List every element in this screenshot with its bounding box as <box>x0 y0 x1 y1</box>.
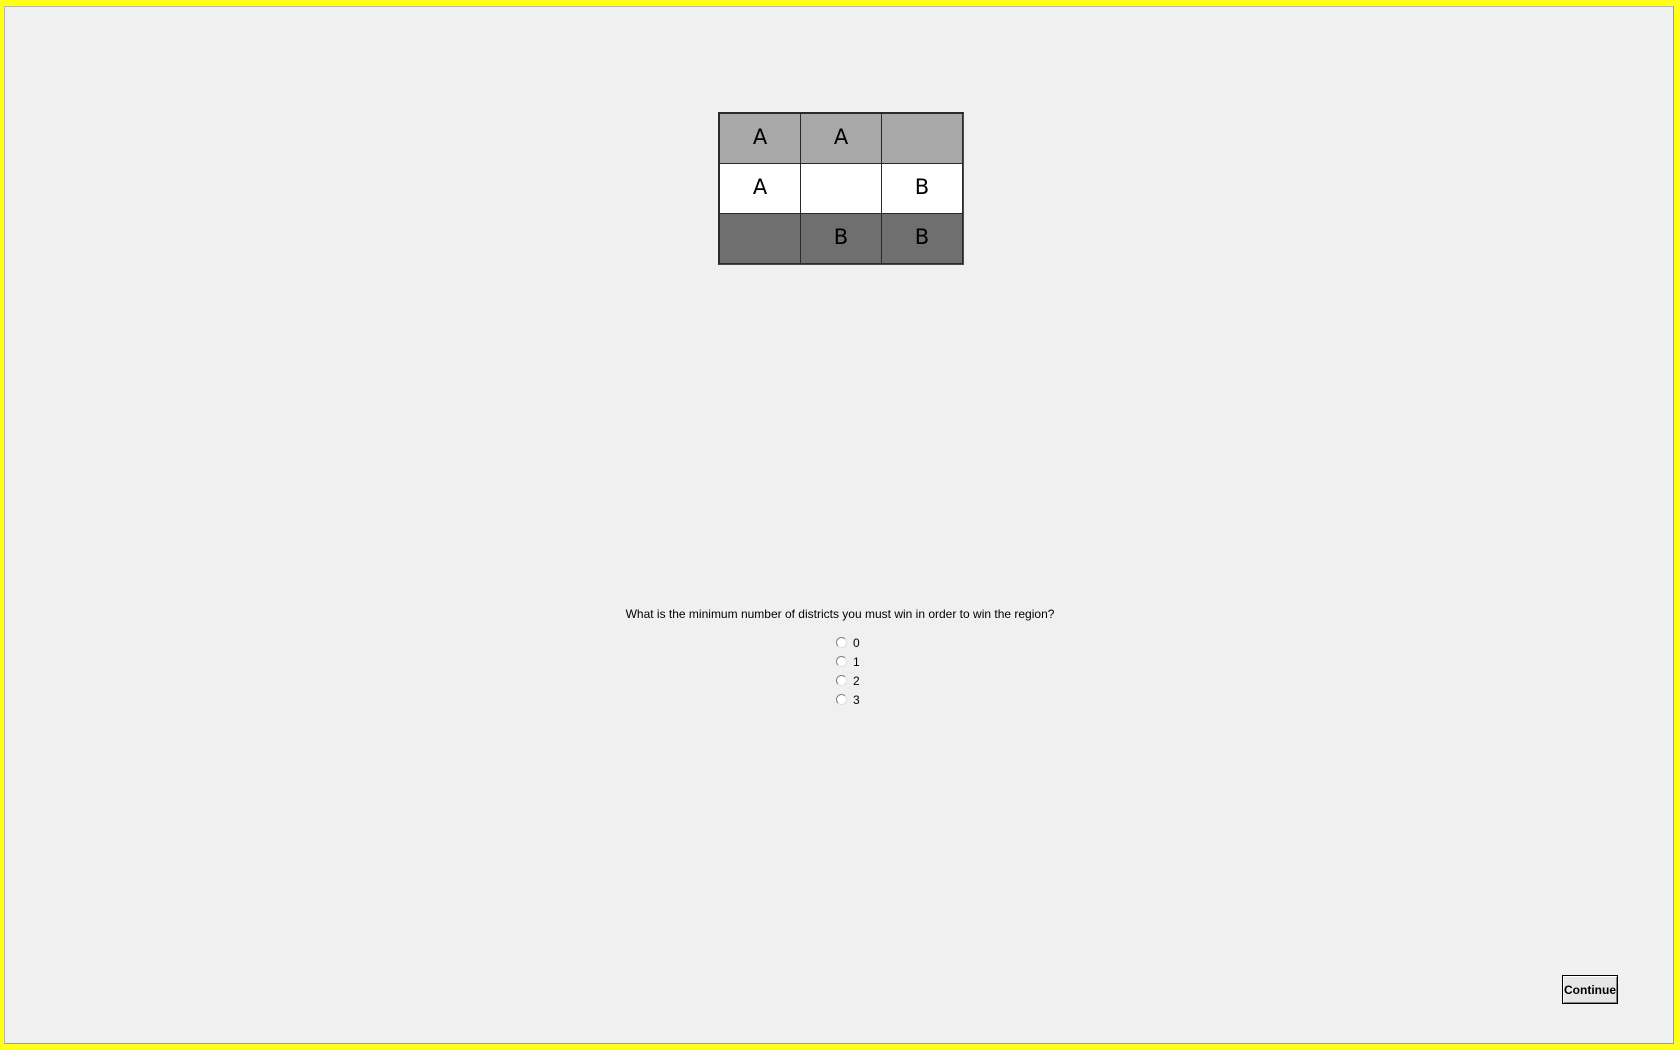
grid-cell <box>720 214 801 264</box>
grid-cell <box>882 114 963 164</box>
grid-cell: A <box>720 164 801 214</box>
option-label: 3 <box>853 692 860 707</box>
answer-options: 0 1 2 3 <box>836 633 860 709</box>
survey-window: A A A B B B What is the minimum number o… <box>4 6 1674 1044</box>
radio-button[interactable] <box>836 637 847 648</box>
grid-cell: B <box>882 164 963 214</box>
district-grid: A A A B B B <box>718 112 964 265</box>
option-2[interactable]: 2 <box>836 671 860 690</box>
radio-button[interactable] <box>836 656 847 667</box>
option-1[interactable]: 1 <box>836 652 860 671</box>
option-label: 1 <box>853 654 860 669</box>
continue-button[interactable]: Continue <box>1562 975 1618 1004</box>
grid-cell: A <box>801 114 882 164</box>
option-3[interactable]: 3 <box>836 690 860 709</box>
grid-cell: A <box>720 114 801 164</box>
option-label: 2 <box>853 673 860 688</box>
question-text: What is the minimum number of districts … <box>625 607 1055 621</box>
grid-cell <box>801 164 882 214</box>
option-0[interactable]: 0 <box>836 633 860 652</box>
grid-cell: B <box>801 214 882 264</box>
radio-button[interactable] <box>836 694 847 705</box>
option-label: 0 <box>853 635 860 650</box>
radio-button[interactable] <box>836 675 847 686</box>
grid-cell: B <box>882 214 963 264</box>
